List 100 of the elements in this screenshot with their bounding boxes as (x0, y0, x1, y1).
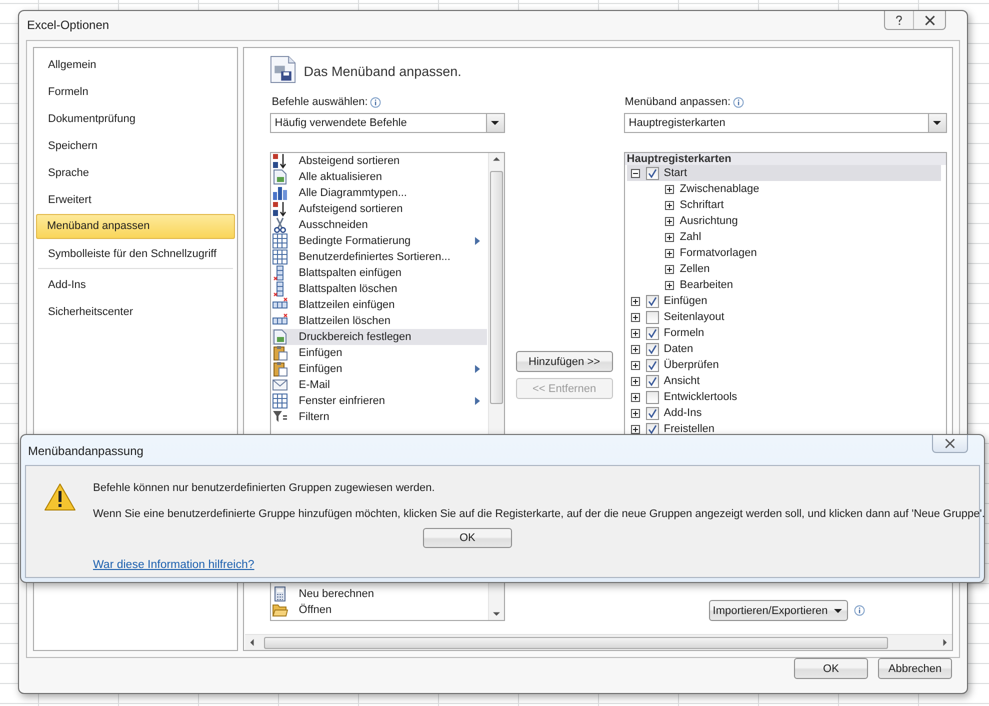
checkbox[interactable] (646, 406, 659, 420)
info-icon (370, 96, 381, 108)
checkbox[interactable] (646, 310, 659, 324)
expand-icon[interactable] (630, 360, 640, 370)
command-item[interactable]: Blattzeilen löschen (272, 313, 487, 329)
command-item[interactable]: Benutzerdefiniertes Sortieren... (272, 249, 487, 265)
scroll-thumb[interactable] (264, 636, 888, 648)
tree-item[interactable]: Überprüfen (626, 357, 941, 373)
horizontal-scrollbar[interactable] (244, 634, 952, 650)
expand-icon[interactable] (630, 424, 640, 434)
command-item[interactable]: Alle Diagrammtypen... (272, 185, 487, 201)
expand-icon[interactable] (664, 184, 674, 194)
command-item[interactable]: Bedingte Formatierung (272, 233, 487, 249)
scroll-right-icon (943, 639, 947, 646)
help-icon (893, 14, 905, 26)
window-title: Menübandanpassung (28, 444, 144, 458)
sidebar-item[interactable]: Symbolleiste für den Schnellzugriff (35, 240, 236, 267)
sidebar-item[interactable]: Menüband anpassen (36, 214, 235, 239)
tree-item[interactable]: Seitenlayout (626, 309, 941, 325)
expand-icon[interactable] (664, 280, 674, 290)
import-export-button[interactable]: Importieren/Exportieren (708, 600, 848, 621)
tree-item[interactable]: Formatvorlagen (626, 245, 941, 261)
sidebar-item[interactable]: Sicherheitscenter (35, 298, 236, 325)
command-item[interactable]: Druckbereich festlegen (272, 329, 487, 345)
dialog-button[interactable]: Abbrechen (878, 658, 952, 679)
expand-icon[interactable] (630, 392, 640, 402)
command-item[interactable]: Filtern (272, 409, 487, 425)
sidebar-item[interactable]: Dokumentprüfung (35, 105, 236, 132)
close-button[interactable] (932, 435, 968, 453)
checkbox[interactable] (646, 166, 659, 180)
tree-item[interactable]: Zwischenablage (626, 181, 941, 197)
command-item[interactable]: Alle aktualisieren (272, 169, 487, 185)
dropdown-field[interactable]: Hauptregisterkarten (624, 113, 947, 133)
command-item[interactable]: Ausschneiden (272, 217, 487, 233)
command-item[interactable]: E-Mail (272, 377, 487, 393)
tree-item[interactable]: Ausrichtung (626, 213, 941, 229)
sidebar-item[interactable]: Sprache (35, 159, 236, 186)
tree-item[interactable]: Add-Ins (626, 405, 941, 421)
expand-icon[interactable] (630, 376, 640, 386)
checkbox[interactable] (646, 326, 659, 340)
tree-item[interactable]: Bearbeiten (626, 277, 941, 293)
sidebar-item[interactable]: Formeln (35, 78, 236, 105)
caret-icon (834, 608, 842, 612)
expand-icon[interactable] (630, 312, 640, 322)
bar-chart-icon (272, 185, 288, 201)
command-item[interactable]: Einfügen (272, 345, 487, 361)
expand-icon[interactable] (664, 216, 674, 226)
command-item[interactable]: Neu berechnen (272, 586, 487, 602)
page-heading: Das Menüband anpassen. (304, 64, 462, 79)
expand-icon[interactable] (664, 264, 674, 274)
dropdown-field[interactable]: Häufig verwendete Befehle (270, 113, 505, 133)
submenu-arrow-icon (474, 237, 480, 245)
tree-item[interactable]: Entwicklertools (626, 389, 941, 405)
caret-icon (491, 121, 500, 125)
checkbox[interactable] (646, 342, 659, 356)
checkbox[interactable] (646, 374, 659, 388)
command-item[interactable]: Fenster einfrieren (272, 393, 487, 409)
command-item[interactable]: Einfügen (272, 361, 487, 377)
window-title: Excel-Optionen (27, 18, 110, 32)
command-item[interactable]: Blattspalten löschen (272, 281, 487, 297)
tree-item[interactable]: Ansicht (626, 373, 941, 389)
expand-icon[interactable] (630, 408, 640, 418)
scroll-thumb[interactable] (490, 171, 503, 404)
add-button[interactable]: Hinzufügen >> (516, 351, 613, 372)
checkbox[interactable] (646, 390, 659, 404)
sidebar-item[interactable]: Speichern (35, 132, 236, 159)
checkbox[interactable] (646, 294, 659, 308)
scissors-icon (272, 217, 288, 233)
expand-icon[interactable] (630, 328, 640, 338)
expand-icon[interactable] (630, 344, 640, 354)
expand-icon[interactable] (664, 248, 674, 258)
checkbox[interactable] (646, 358, 659, 372)
tree-item[interactable]: Start (626, 165, 941, 181)
sidebar-item[interactable]: Erweitert (35, 186, 236, 213)
expand-icon[interactable] (664, 232, 674, 242)
ok-button[interactable]: OK (422, 528, 512, 548)
tree-item[interactable]: Daten (626, 341, 941, 357)
tree-item[interactable]: Formeln (626, 325, 941, 341)
command-item[interactable]: Blattspalten einfügen (272, 265, 487, 281)
dialog-button[interactable]: OK (794, 658, 868, 679)
expand-icon[interactable] (664, 200, 674, 210)
sidebar-item[interactable]: Allgemein (35, 51, 236, 78)
expand-icon[interactable] (630, 296, 640, 306)
field-label: Befehle auswählen: (272, 96, 505, 108)
warning-icon (44, 483, 76, 511)
command-item[interactable]: Öffnen (272, 602, 487, 618)
command-item[interactable]: Aufsteigend sortieren (272, 201, 487, 217)
sort-icon (272, 201, 288, 217)
tree-item[interactable]: Schriftart (626, 197, 941, 213)
checkbox[interactable] (646, 422, 659, 436)
tree-item[interactable]: Zellen (626, 261, 941, 277)
collapse-icon[interactable] (630, 168, 640, 178)
caret-icon (933, 121, 942, 125)
feedback-link[interactable]: War diese Information hilfreich? (93, 559, 254, 571)
tree-item[interactable]: Einfügen (626, 293, 941, 309)
tree-item[interactable]: Zahl (626, 229, 941, 245)
command-item[interactable]: Absteigend sortieren (272, 153, 487, 169)
message-text: Wenn Sie eine benutzerdefinierte Gruppe hinzufügen möchten, klicken Sie auf die Registerkarte, auf der die neue Gruppen angezeigt werden soll, und klicken dann auf 'Neue Gruppe'. (93, 507, 985, 521)
command-item[interactable]: Blattzeilen einfügen (272, 297, 487, 313)
sidebar-item[interactable]: Add-Ins (35, 271, 236, 298)
